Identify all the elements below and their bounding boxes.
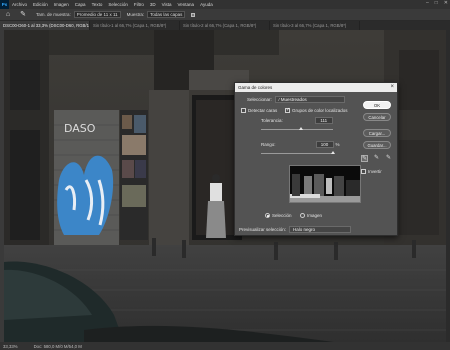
menu-bar: Ps Archivo Edición Imagen Capa Texto Sel… bbox=[0, 0, 450, 9]
menu-edicion[interactable]: Edición bbox=[30, 2, 51, 7]
detect-faces-checkbox[interactable] bbox=[241, 108, 246, 113]
localized-checkbox[interactable] bbox=[285, 107, 290, 113]
menu-filtro[interactable]: Filtro bbox=[131, 2, 147, 7]
eyedropper-plus-icon[interactable]: ✎ bbox=[373, 155, 380, 162]
radio-image-label: Imagen bbox=[307, 213, 323, 218]
select-label: Seleccionar: bbox=[247, 97, 272, 102]
status-bar: 33,33% Doc: 580,0 M/0 M/54,0 M bbox=[0, 342, 450, 350]
range-label: Rango: bbox=[261, 142, 276, 147]
panel-dock[interactable] bbox=[446, 30, 450, 342]
options-bar: ⌂ ✎ Tam. de muestra: Promedio de 11 x 11… bbox=[0, 9, 450, 21]
preview-mask-image bbox=[290, 166, 360, 202]
ok-button[interactable]: OK bbox=[363, 101, 391, 109]
select-dropdown[interactable]: ⁄ Muestreados bbox=[274, 96, 345, 103]
radio-image[interactable] bbox=[300, 213, 305, 218]
menu-ventana[interactable]: Ventana bbox=[175, 2, 198, 7]
invert-label: Invertir bbox=[368, 169, 382, 174]
preview-mode-row: Previsualizar selección: Halo negro bbox=[239, 226, 352, 233]
sample-size-label: Tam. de muestra: bbox=[36, 12, 71, 17]
radio-selection-row[interactable]: Selección bbox=[265, 213, 292, 218]
range-slider-track[interactable] bbox=[261, 153, 333, 154]
menu-3d[interactable]: 3D bbox=[147, 2, 159, 7]
preview-mode-select[interactable]: Halo negro bbox=[289, 226, 352, 233]
sample-size-select[interactable]: Promedio de 11 x 11 bbox=[73, 11, 121, 18]
range-row: Rango: 100 % bbox=[261, 141, 340, 148]
eyedropper-icon[interactable]: ✎ bbox=[361, 155, 368, 162]
selection-preview[interactable] bbox=[289, 165, 361, 203]
range-unit: % bbox=[335, 142, 340, 147]
tolerance-input[interactable]: 111 bbox=[314, 117, 333, 124]
close-window-icon[interactable]: ✕ bbox=[444, 0, 448, 6]
sample-layers-select[interactable]: Todas las capas bbox=[147, 11, 186, 18]
radio-selection-label: Selección bbox=[272, 213, 292, 218]
menu-vista[interactable]: Vista bbox=[159, 2, 175, 7]
range-slider-thumb[interactable] bbox=[331, 151, 335, 154]
radio-selection[interactable] bbox=[265, 213, 270, 218]
sample-label: Muestra: bbox=[126, 12, 145, 17]
tolerance-row: Tolerancia: 111 bbox=[261, 117, 333, 124]
menu-seleccion[interactable]: Selección bbox=[105, 2, 131, 7]
detect-faces-row[interactable]: Detectar caras bbox=[241, 108, 277, 113]
document-tabs: DSC00-D60-1 al 33,3% (DSC00-D60, RGB/16)… bbox=[0, 21, 450, 30]
doc-size: Doc: 580,0 M/0 M/54,0 M bbox=[33, 343, 82, 349]
dialog-titlebar[interactable]: Gama de colores × bbox=[235, 83, 397, 92]
show-ring-checkbox[interactable] bbox=[191, 12, 196, 17]
tolerance-slider-thumb[interactable] bbox=[298, 127, 303, 130]
tab-document-4[interactable]: Sin título-3 al 66,7% (Capa 1, RGB/8*) bbox=[270, 21, 360, 30]
tab-document-3[interactable]: Sin título-2 al 66,7% (Capa 1, RGB/8*) bbox=[180, 21, 270, 30]
tolerance-label: Tolerancia: bbox=[261, 118, 283, 123]
minimize-icon[interactable]: – bbox=[426, 0, 429, 6]
eyedropper-minus-icon[interactable]: ✎ bbox=[385, 155, 392, 162]
menu-ayuda[interactable]: Ayuda bbox=[197, 2, 216, 7]
tab-document-2[interactable]: Sin título-1 al 66,7% (Capa 1, RGB/8*) bbox=[90, 21, 180, 30]
tab-document-1[interactable]: DSC00-D60-1 al 33,3% (DSC00-D60, RGB/16)… bbox=[0, 21, 90, 30]
invert-row[interactable]: Invertir bbox=[361, 169, 382, 174]
maximize-icon[interactable]: □ bbox=[435, 0, 438, 6]
photoshop-logo: Ps bbox=[0, 0, 9, 9]
radio-image-row[interactable]: Imagen bbox=[300, 213, 322, 218]
save-button[interactable]: Guardar... bbox=[363, 141, 391, 149]
localized-row[interactable]: Grupos de color localizados bbox=[285, 107, 348, 113]
zoom-level[interactable]: 33,33% bbox=[3, 344, 18, 349]
menu-imagen[interactable]: Imagen bbox=[51, 2, 72, 7]
select-row: Seleccionar: ⁄ Muestreados bbox=[247, 96, 345, 103]
svg-text:DASO: DASO bbox=[64, 122, 96, 135]
preview-mode-label: Previsualizar selección: bbox=[239, 227, 287, 232]
range-input[interactable]: 100 bbox=[315, 141, 334, 148]
localized-label: Grupos de color localizados bbox=[292, 108, 348, 113]
detect-faces-label: Detectar caras bbox=[248, 108, 278, 113]
eyedropper-tool-icon[interactable]: ✎ bbox=[19, 11, 27, 19]
home-icon[interactable]: ⌂ bbox=[4, 11, 12, 19]
menu-archivo[interactable]: Archivo bbox=[9, 2, 30, 7]
load-button[interactable]: Cargar... bbox=[363, 129, 391, 137]
menu-capa[interactable]: Capa bbox=[72, 2, 89, 7]
close-icon[interactable]: × bbox=[390, 83, 394, 92]
menu-texto[interactable]: Texto bbox=[89, 2, 106, 7]
tolerance-slider-track[interactable] bbox=[261, 129, 333, 130]
invert-checkbox[interactable] bbox=[361, 169, 366, 174]
cancel-button[interactable]: Cancelar bbox=[363, 113, 391, 121]
dialog-title: Gama de colores bbox=[238, 85, 273, 90]
color-range-dialog: Gama de colores × Seleccionar: ⁄ Muestre… bbox=[234, 82, 398, 236]
